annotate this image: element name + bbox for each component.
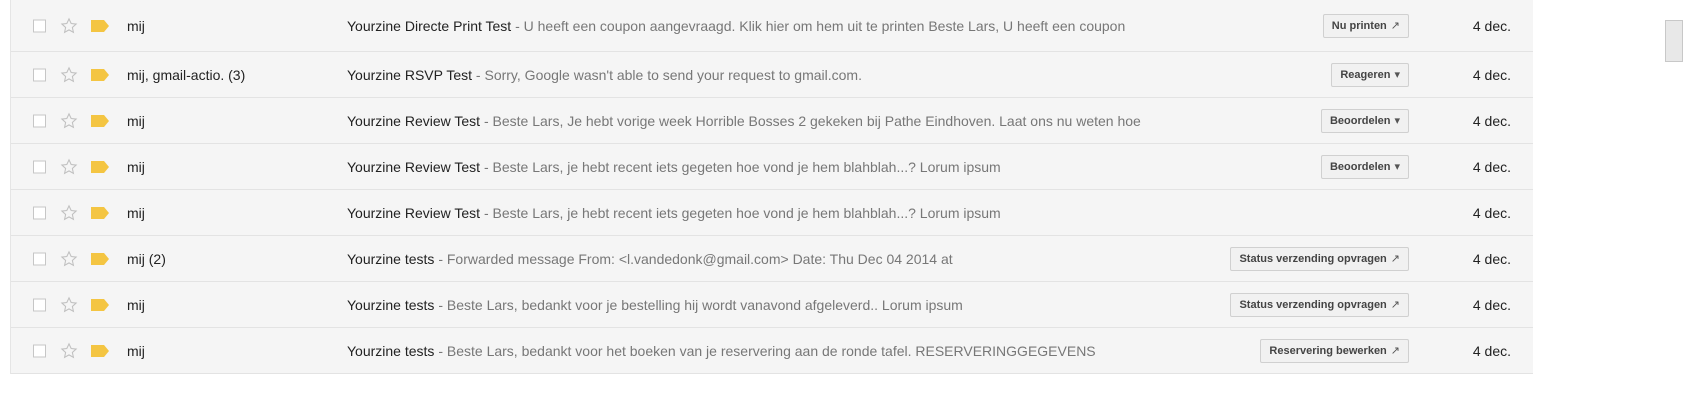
date: 4 dec. — [1472, 18, 1511, 34]
action-label: Status verzending opvragen — [1239, 253, 1387, 265]
checkbox-icon[interactable] — [33, 206, 46, 220]
action-label: Reservering bewerken — [1269, 345, 1387, 357]
subject-line: Yourzine tests - Forwarded message From:… — [347, 251, 953, 267]
email-row[interactable]: mij, gmail-actio. (3) Yourzine RSVP Test… — [11, 52, 1533, 98]
sender: mij — [127, 159, 145, 175]
subject-line: Yourzine Review Test - Beste Lars, Je he… — [347, 113, 1141, 129]
subject: Yourzine tests — [347, 297, 435, 313]
snippet: - Beste Lars, bedankt voor je bestelling… — [434, 297, 963, 313]
subject-line: Yourzine Review Test - Beste Lars, je he… — [347, 205, 1001, 221]
subject: Yourzine RSVP Test — [347, 67, 473, 83]
checkbox-icon[interactable] — [33, 68, 46, 82]
email-row[interactable]: mij Yourzine Review Test - Beste Lars, J… — [11, 98, 1533, 144]
email-row[interactable]: mij Yourzine tests - Beste Lars, bedankt… — [11, 328, 1533, 374]
date: 4 dec. — [1472, 343, 1511, 359]
importance-marker-icon[interactable] — [91, 207, 109, 219]
importance-marker-icon[interactable] — [91, 115, 109, 127]
external-link-icon: ↗ — [1390, 253, 1400, 265]
date: 4 dec. — [1472, 251, 1511, 267]
external-link-icon: ↗ — [1390, 299, 1400, 311]
sender: mij, gmail-actio. (3) — [127, 67, 246, 83]
star-icon[interactable] — [60, 158, 78, 176]
subject-line: Yourzine Directe Print Test - U heeft ee… — [347, 18, 1125, 34]
snippet: - Sorry, Google wasn't able to send your… — [472, 67, 862, 83]
snippet: - Beste Lars, bedankt voor het boeken va… — [434, 343, 1096, 359]
star-icon[interactable] — [60, 112, 78, 130]
star-icon[interactable] — [60, 342, 78, 360]
checkbox-icon[interactable] — [33, 19, 46, 33]
subject: Yourzine Directe Print Test — [347, 18, 512, 34]
email-row[interactable]: mij Yourzine tests - Beste Lars, bedankt… — [11, 282, 1533, 328]
importance-marker-icon[interactable] — [91, 299, 109, 311]
dropdown-arrow-icon: ▾ — [1394, 161, 1400, 173]
snippet: - U heeft een coupon aangevraagd. Klik h… — [511, 18, 1126, 34]
date: 4 dec. — [1472, 67, 1511, 83]
importance-marker-icon[interactable] — [91, 253, 109, 265]
action-label: Status verzending opvragen — [1239, 299, 1387, 311]
date: 4 dec. — [1472, 205, 1511, 221]
sender: mij — [127, 113, 145, 129]
checkbox-icon[interactable] — [33, 160, 46, 174]
subject-line: Yourzine tests - Beste Lars, bedankt voo… — [347, 343, 1096, 359]
importance-marker-icon[interactable] — [91, 20, 109, 32]
dropdown-arrow-icon: ▾ — [1394, 69, 1400, 81]
sender: mij (2) — [127, 251, 166, 267]
email-row[interactable]: mij (2) Yourzine tests - Forwarded messa… — [11, 236, 1533, 282]
email-list: mij Yourzine Directe Print Test - U heef… — [10, 0, 1533, 374]
action-button[interactable]: Reservering bewerken ↗ — [1260, 339, 1409, 363]
subject-line: Yourzine RSVP Test - Sorry, Google wasn'… — [347, 67, 862, 83]
external-link-icon: ↗ — [1390, 20, 1400, 32]
snippet: - Beste Lars, je hebt recent iets gegete… — [480, 205, 1001, 221]
subject: Yourzine Review Test — [347, 113, 481, 129]
action-button[interactable]: Nu printen ↗ — [1322, 14, 1409, 38]
snippet: - Forwarded message From: <l.vandedonk@g… — [434, 251, 953, 267]
action-button[interactable]: Beoordelen ▾ — [1320, 109, 1409, 133]
subject: Yourzine Review Test — [347, 159, 481, 175]
importance-marker-icon[interactable] — [91, 69, 109, 81]
date: 4 dec. — [1472, 113, 1511, 129]
importance-marker-icon[interactable] — [91, 161, 109, 173]
action-label: Beoordelen — [1329, 115, 1391, 127]
email-row[interactable]: mij Yourzine Review Test - Beste Lars, j… — [11, 190, 1533, 236]
subject: Yourzine tests — [347, 343, 435, 359]
subject: Yourzine Review Test — [347, 205, 481, 221]
sender: mij — [127, 297, 145, 313]
star-icon[interactable] — [60, 204, 78, 222]
subject: Yourzine tests — [347, 251, 435, 267]
star-icon[interactable] — [60, 17, 78, 35]
dropdown-arrow-icon: ▾ — [1394, 115, 1400, 127]
date: 4 dec. — [1472, 159, 1511, 175]
sender: mij — [127, 343, 145, 359]
checkbox-icon[interactable] — [33, 114, 46, 128]
date: 4 dec. — [1472, 297, 1511, 313]
external-link-icon: ↗ — [1390, 345, 1400, 357]
action-button[interactable]: Status verzending opvragen ↗ — [1230, 247, 1409, 271]
star-icon[interactable] — [60, 66, 78, 84]
action-label: Nu printen — [1331, 20, 1387, 32]
snippet: - Beste Lars, Je hebt vorige week Horrib… — [480, 113, 1141, 129]
checkbox-icon[interactable] — [33, 298, 46, 312]
action-button[interactable]: Reageren ▾ — [1331, 63, 1409, 87]
checkbox-icon[interactable] — [33, 344, 46, 358]
sender: mij — [127, 205, 145, 221]
sender: mij — [127, 18, 145, 34]
star-icon[interactable] — [60, 250, 78, 268]
email-row[interactable]: mij Yourzine Review Test - Beste Lars, j… — [11, 144, 1533, 190]
importance-marker-icon[interactable] — [91, 345, 109, 357]
action-label: Reageren — [1340, 69, 1391, 81]
checkbox-icon[interactable] — [33, 252, 46, 266]
snippet: - Beste Lars, je hebt recent iets gegete… — [480, 159, 1001, 175]
email-row[interactable]: mij Yourzine Directe Print Test - U heef… — [11, 0, 1533, 52]
scrollbar-thumb[interactable] — [1665, 20, 1683, 62]
star-icon[interactable] — [60, 296, 78, 314]
action-button[interactable]: Status verzending opvragen ↗ — [1230, 293, 1409, 317]
subject-line: Yourzine Review Test - Beste Lars, je he… — [347, 159, 1001, 175]
action-label: Beoordelen — [1329, 161, 1391, 173]
subject-line: Yourzine tests - Beste Lars, bedankt voo… — [347, 297, 963, 313]
action-button[interactable]: Beoordelen ▾ — [1320, 155, 1409, 179]
